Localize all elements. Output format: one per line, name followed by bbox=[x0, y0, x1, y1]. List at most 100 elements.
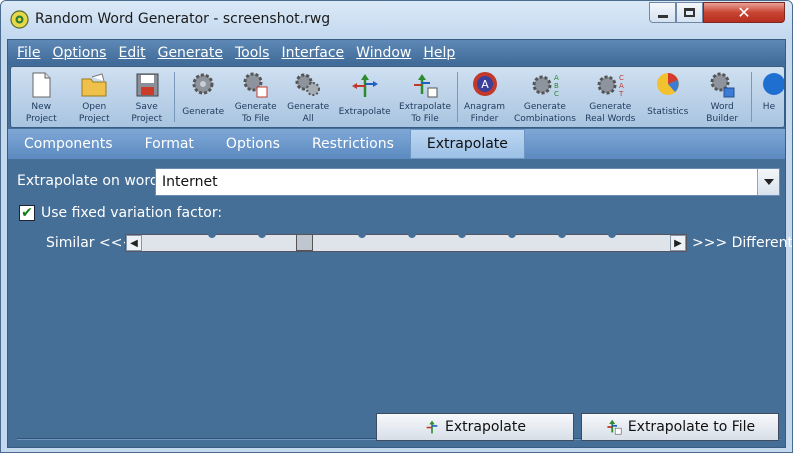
generate-combinations-icon: ABC bbox=[532, 74, 559, 98]
extrapolate-to-file-icon bbox=[414, 74, 438, 98]
extrapolate-button-label: Extrapolate bbox=[445, 419, 526, 435]
extrapolate-to-file-button-label: Extrapolate to File bbox=[627, 419, 756, 435]
toolbar-generate-combinations-button[interactable]: ABC Generate Combinations bbox=[509, 67, 580, 127]
tab-components[interactable]: Components bbox=[8, 129, 129, 159]
svg-text:T: T bbox=[618, 90, 624, 98]
toolbar-label: He bbox=[762, 102, 776, 112]
toolbar-label: Generate To File bbox=[234, 102, 277, 124]
toolbar-extrapolate-to-file-button[interactable]: Extrapolate To File bbox=[395, 67, 454, 127]
svg-text:C: C bbox=[619, 74, 624, 82]
different-label: >>> Different bbox=[692, 235, 793, 251]
menu-options[interactable]: Options bbox=[46, 45, 112, 61]
svg-text:A: A bbox=[481, 78, 489, 91]
toolbar-separator bbox=[174, 72, 176, 122]
app-icon bbox=[10, 10, 29, 29]
menu-generate[interactable]: Generate bbox=[152, 45, 229, 61]
menu-help[interactable]: Help bbox=[417, 45, 461, 61]
toolbar-label: Generate Real Words bbox=[585, 102, 636, 124]
extrapolate-panel: Extrapolate on word: Internet ✔ Use fixe… bbox=[8, 159, 792, 447]
toolbar-save-project-button[interactable]: Save Project bbox=[121, 67, 173, 127]
toolbar-generate-real-words-button[interactable]: CAT Generate Real Words bbox=[581, 67, 640, 127]
minimize-button[interactable] bbox=[649, 2, 676, 23]
slider-tick bbox=[208, 234, 216, 238]
toolbar-extrapolate-button[interactable]: Extrapolate bbox=[334, 67, 395, 127]
extrapolate-to-file-button[interactable]: Extrapolate to File bbox=[581, 413, 779, 441]
similar-label: Similar <<< bbox=[46, 235, 135, 251]
toolbar-anagram-finder-button[interactable]: A Anagram Finder bbox=[460, 67, 510, 127]
tab-restrictions[interactable]: Restrictions bbox=[296, 129, 410, 159]
menu-edit[interactable]: Edit bbox=[112, 45, 151, 61]
toolbar-label: Open Project bbox=[78, 102, 110, 124]
slider-tick bbox=[358, 234, 366, 238]
toolbar-label: New Project bbox=[25, 102, 57, 124]
extrapolate-word-label: Extrapolate on word: bbox=[17, 173, 164, 189]
menu-file[interactable]: File bbox=[11, 45, 46, 61]
maximize-button[interactable] bbox=[676, 2, 703, 23]
generate-to-file-icon bbox=[243, 72, 268, 98]
toolbar-label: Extrapolate To File bbox=[399, 102, 452, 124]
slider-right-arrow[interactable]: ▶ bbox=[670, 235, 686, 251]
variation-slider[interactable]: ◀ ▶ bbox=[125, 234, 687, 252]
close-icon: ✕ bbox=[737, 2, 751, 22]
slider-left-arrow[interactable]: ◀ bbox=[126, 235, 142, 251]
slider-tick bbox=[558, 234, 566, 238]
toolbar-new-project-button[interactable]: New Project bbox=[15, 67, 68, 127]
extrapolate-word-combobox[interactable]: Internet bbox=[155, 168, 780, 196]
extrapolate-to-file-icon bbox=[607, 419, 622, 435]
toolbar-generate-to-file-button[interactable]: Generate To File bbox=[229, 67, 282, 127]
toolbar-label: Anagram Finder bbox=[463, 102, 506, 124]
menu-tools[interactable]: Tools bbox=[229, 45, 276, 61]
help-icon bbox=[762, 73, 784, 95]
toolbar-open-project-button[interactable]: Open Project bbox=[68, 67, 121, 127]
toolbar-help-button[interactable]: He bbox=[754, 67, 784, 127]
slider-thumb[interactable] bbox=[296, 234, 313, 251]
slider-tick bbox=[508, 234, 516, 238]
close-button[interactable]: ✕ bbox=[703, 2, 785, 23]
tab-format[interactable]: Format bbox=[129, 129, 210, 159]
app-window: Random Word Generator - screenshot.rwg ✕… bbox=[0, 0, 793, 453]
menu-bar: File Options Edit Generate Tools Interfa… bbox=[8, 40, 785, 65]
extrapolate-icon bbox=[351, 74, 378, 97]
toolbar-label: Generate bbox=[182, 107, 225, 117]
svg-text:A: A bbox=[619, 82, 624, 90]
generate-all-icon bbox=[295, 73, 321, 96]
toolbar-label: Generate All bbox=[287, 102, 330, 124]
open-project-icon bbox=[81, 73, 107, 97]
dropdown-arrow-button[interactable] bbox=[757, 169, 779, 195]
fixed-variation-checkbox[interactable]: ✔ bbox=[19, 205, 35, 221]
toolbar-label: Word Builder bbox=[706, 102, 739, 124]
chevron-down-icon bbox=[763, 179, 774, 185]
toolbar-statistics-button[interactable]: Statistics bbox=[640, 67, 695, 127]
checkmark-icon: ✔ bbox=[21, 205, 33, 221]
minimize-icon bbox=[657, 15, 668, 18]
title-bar[interactable]: Random Word Generator - screenshot.rwg ✕ bbox=[1, 1, 792, 39]
svg-text:C: C bbox=[554, 90, 559, 98]
toolbar-separator bbox=[750, 72, 752, 122]
window-title: Random Word Generator - screenshot.rwg bbox=[35, 11, 331, 27]
tab-extrapolate[interactable]: Extrapolate bbox=[409, 129, 525, 159]
toolbar-label: Generate Combinations bbox=[513, 102, 576, 124]
maximize-icon bbox=[684, 8, 695, 17]
toolbar: New Project Open Project Save Project Ge… bbox=[10, 66, 785, 128]
toolbar-separator bbox=[456, 72, 458, 122]
extrapolate-button[interactable]: Extrapolate bbox=[376, 413, 574, 441]
extrapolate-icon bbox=[426, 420, 438, 434]
toolbar-label: Statistics bbox=[647, 107, 689, 117]
slider-tick bbox=[608, 234, 616, 238]
extrapolate-word-value[interactable]: Internet bbox=[156, 174, 757, 190]
svg-text:B: B bbox=[554, 82, 559, 90]
word-builder-icon bbox=[710, 72, 735, 98]
tab-bar: Components Format Options Restrictions E… bbox=[8, 129, 785, 159]
slider-track[interactable] bbox=[142, 234, 670, 251]
generate-real-words-icon: CAT bbox=[597, 74, 624, 98]
slider-tick bbox=[258, 234, 266, 238]
menu-interface[interactable]: Interface bbox=[275, 45, 350, 61]
fixed-variation-label: Use fixed variation factor: bbox=[41, 205, 223, 221]
generate-icon bbox=[192, 73, 214, 95]
tab-options[interactable]: Options bbox=[210, 129, 296, 159]
toolbar-label: Extrapolate bbox=[338, 107, 391, 117]
toolbar-generate-all-button[interactable]: Generate All bbox=[282, 67, 334, 127]
menu-window[interactable]: Window bbox=[350, 45, 417, 61]
toolbar-generate-button[interactable]: Generate bbox=[177, 67, 229, 127]
toolbar-word-builder-button[interactable]: Word Builder bbox=[695, 67, 748, 127]
